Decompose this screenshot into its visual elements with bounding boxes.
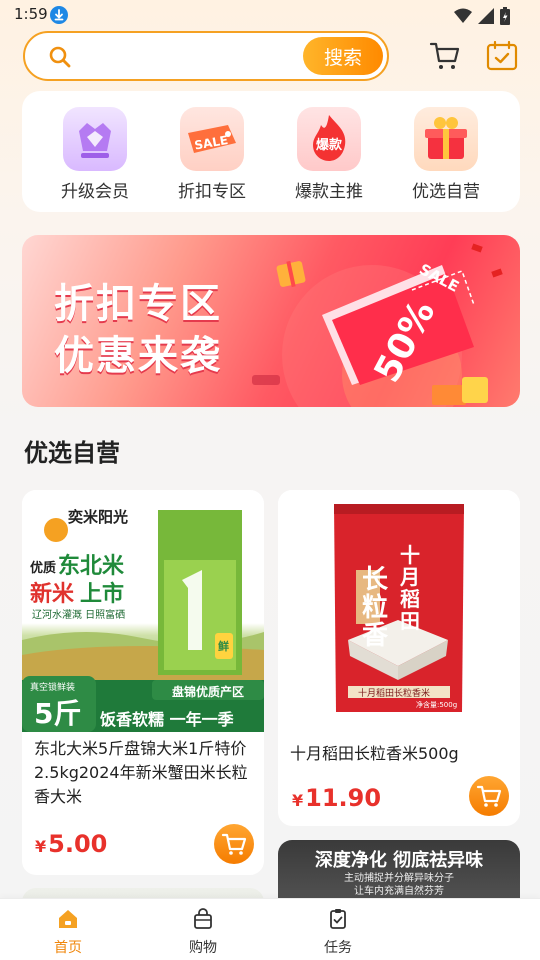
promo-headline: 深度净化 彻底祛异味: [314, 850, 484, 871]
category-label: 爆款主推: [295, 182, 363, 202]
home-icon: [59, 910, 77, 928]
category-label: 折扣专区: [178, 182, 246, 202]
img-label: 十月稻田长粒香米: [358, 689, 431, 699]
shopping-bag-icon: [194, 908, 212, 929]
search-bar: 搜索: [23, 31, 389, 81]
promo-sub: 主动捕捉并分解异味分子 让车内充满自然芬芳: [278, 872, 520, 898]
diamond-crown-icon: [63, 107, 127, 171]
cart-icon: [476, 785, 502, 807]
promo-sub-line2: 让车内充满自然芬芳: [354, 886, 444, 897]
hot-badge-text: 爆款: [316, 137, 343, 153]
img-weight: 净含量:500g: [416, 701, 458, 709]
add-to-cart-button[interactable]: [214, 824, 254, 864]
category-label: 优选自营: [412, 182, 480, 202]
banner-subtitle: 优惠来袭: [54, 333, 222, 379]
img-q4: 上市: [80, 582, 125, 607]
search-icon: [48, 45, 72, 73]
category-label: 升级会员: [61, 182, 129, 202]
hot-fire-icon: 爆款: [297, 107, 361, 171]
img-weight: 5斤: [34, 697, 82, 730]
img-q3: 新米: [30, 582, 75, 607]
img-vertical1: 十月稻田: [400, 543, 420, 633]
download-icon: [50, 6, 68, 24]
sale-tag-icon: SALE: [180, 107, 244, 171]
img-vertical2: 长粒香: [362, 565, 389, 651]
status-bar: 1:59: [0, 0, 540, 30]
product-image: 奕米阳光 优质 东北米 新米 上市 辽河水灌溉 日照富硒 真空锁鲜装 5斤 饭香…: [22, 490, 264, 732]
promo-sub-line1: 主动捕捉并分解异味分子: [344, 873, 454, 884]
img-q1: 优质: [30, 561, 57, 576]
img-fresh: 鲜: [218, 640, 229, 653]
img-sub: 辽河水灌溉 日照富硒: [32, 610, 126, 621]
nav-home[interactable]: 首页: [28, 907, 108, 957]
section-title: 优选自营: [24, 439, 120, 467]
product-price: ¥5.00: [35, 830, 107, 858]
category-upgrade-member[interactable]: 升级会员: [45, 107, 145, 202]
price-value: 5.00: [48, 830, 108, 858]
product-image: 十月稻田 长粒香 十月稻田长粒香米 净含量:500g: [278, 490, 520, 732]
category-card: 升级会员 SALE 折扣专区 爆款 爆款主推 优选自营: [22, 91, 520, 212]
img-tag1: 饭香软糯 一年一季: [100, 710, 234, 729]
bottom-nav: 首页 购物 任务: [0, 898, 540, 960]
cart-icon: [221, 833, 247, 855]
status-time: 1:59: [14, 5, 48, 23]
category-discount-zone[interactable]: SALE 折扣专区: [162, 107, 262, 202]
task-clipboard-icon: [330, 909, 346, 929]
product-name[interactable]: 十月稻田长粒香米500g: [290, 740, 510, 764]
img-brand: 奕米阳光: [68, 508, 129, 526]
promo-banner[interactable]: SALE 50% 折扣专区 优惠来袭: [22, 235, 520, 407]
nav-label: 任务: [324, 940, 352, 956]
calendar-task-icon[interactable]: [486, 40, 518, 75]
nav-shopping[interactable]: 购物: [163, 907, 243, 957]
nav-tasks[interactable]: 任务: [298, 907, 378, 957]
product-card[interactable]: 奕米阳光 优质 东北米 新米 上市 辽河水灌溉 日照富硒 真空锁鲜装 5斤 饭香…: [22, 490, 264, 875]
cart-icon[interactable]: [429, 41, 461, 75]
product-price: ¥11.90: [292, 784, 381, 812]
nav-label: 首页: [54, 940, 82, 956]
category-selected-self-run[interactable]: 优选自营: [396, 107, 496, 202]
price-value: 11.90: [305, 784, 382, 812]
wifi-icon: [454, 8, 472, 28]
category-hot-items[interactable]: 爆款 爆款主推: [279, 107, 379, 202]
img-tag2: 盘锦优质产区: [172, 685, 245, 699]
search-button[interactable]: 搜索: [303, 37, 383, 75]
banner-title: 折扣专区: [54, 281, 222, 327]
currency-symbol: ¥: [35, 837, 47, 856]
product-card[interactable]: 十月稻田 长粒香 十月稻田长粒香米 净含量:500g 十月稻田长粒香米500g …: [278, 490, 520, 826]
battery-icon: [500, 7, 510, 29]
product-name[interactable]: 东北大米5斤盘锦大米1斤特价2.5kg2024年新米蟹田米长粒香大米: [34, 737, 254, 809]
signal-icon: [478, 8, 494, 28]
currency-symbol: ¥: [292, 791, 304, 810]
add-to-cart-button[interactable]: [469, 776, 509, 816]
nav-label: 购物: [189, 940, 217, 956]
gift-box-icon: [414, 107, 478, 171]
search-input[interactable]: [83, 41, 313, 71]
